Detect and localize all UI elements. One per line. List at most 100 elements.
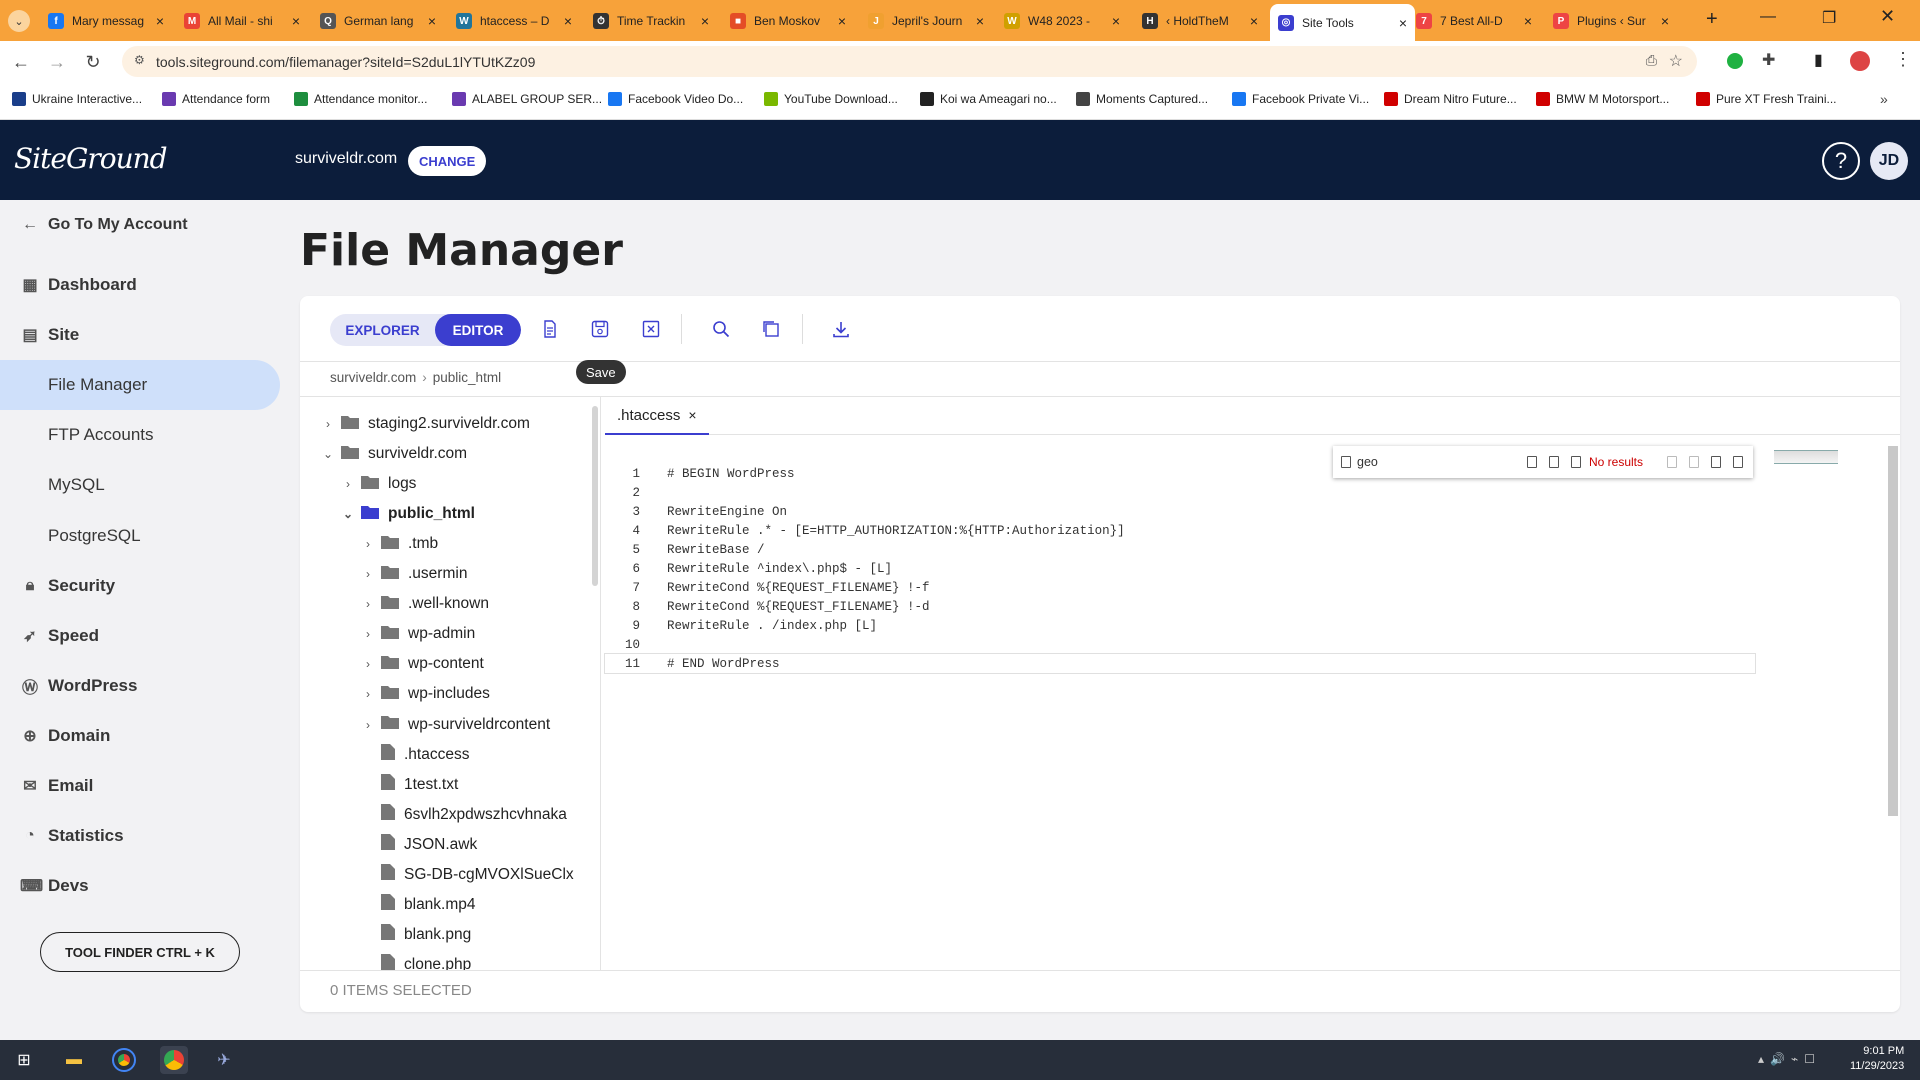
find-in-selection-icon[interactable] — [1711, 456, 1721, 468]
browser-tab[interactable]: H ‹ HoldTheM × — [1134, 6, 1266, 36]
side-panel-icon[interactable]: ▮ — [1814, 50, 1823, 70]
chrome-profile-icon[interactable] — [160, 1046, 188, 1074]
find-input[interactable]: geo — [1357, 452, 1517, 472]
bookmark-item[interactable]: Dream Nitro Future... — [1384, 92, 1517, 106]
folder-node[interactable]: › wp-content — [360, 649, 484, 679]
breadcrumb-item[interactable]: public_html — [433, 370, 501, 385]
file-node[interactable]: blank.png — [360, 920, 471, 950]
bookmark-item[interactable]: Facebook Video Do... — [608, 92, 743, 106]
install-app-icon[interactable]: ⎙ — [1646, 52, 1657, 69]
browser-tab[interactable]: W W48 2023 - × — [996, 6, 1128, 36]
match-case-icon[interactable] — [1527, 456, 1537, 468]
close-tab-icon[interactable]: × — [564, 13, 572, 29]
browser-tab[interactable]: J Jepril's Journ × — [860, 6, 992, 36]
code-line[interactable]: 11 # END WordPress — [604, 653, 1756, 674]
restore-button[interactable]: ❐ — [1822, 8, 1836, 28]
browser-tab[interactable]: M All Mail - shi × — [176, 6, 308, 36]
close-tab-icon[interactable]: × — [156, 13, 164, 29]
file-node[interactable]: blank.mp4 — [360, 890, 476, 920]
folder-node[interactable]: › logs — [340, 469, 416, 499]
chevron-right-icon[interactable]: › — [360, 537, 376, 551]
toggle-replace-icon[interactable] — [1341, 456, 1351, 468]
change-site-button[interactable]: CHANGE — [408, 146, 487, 176]
chevron-right-icon[interactable]: › — [340, 477, 356, 491]
start-windows-icon[interactable]: ⊞ — [10, 1046, 38, 1074]
folder-node[interactable]: › wp-includes — [360, 679, 490, 709]
sidebar-item-devs[interactable]: ⌨ Devs — [0, 861, 280, 911]
close-icon[interactable]: × — [688, 407, 696, 423]
folder-node[interactable]: › staging2.surviveldr.com — [320, 409, 530, 439]
sidebar-item-speed[interactable]: ➶ Speed — [0, 611, 280, 661]
taskbar-clock[interactable]: 9:01 PM 11/29/2023 — [1850, 1044, 1904, 1074]
tool-finder-button[interactable]: TOOL FINDER CTRL + K — [40, 932, 240, 972]
explorer-mode-button[interactable]: EXPLORER — [330, 314, 435, 346]
chevron-right-icon[interactable]: › — [360, 657, 376, 671]
code-line[interactable]: 8 RewriteCond %{REQUEST_FILENAME} !-d — [605, 597, 1755, 616]
bookmark-item[interactable]: Facebook Private Vi... — [1232, 92, 1369, 106]
chevron-right-icon[interactable]: › — [360, 687, 376, 701]
browser-tab[interactable]: f Mary messag × — [40, 6, 172, 36]
sidebar-item-site[interactable]: ▤ Site — [0, 310, 280, 360]
sidebar-item-mysql[interactable]: MySQL — [0, 460, 280, 510]
code-line[interactable]: 5 RewriteBase / — [605, 540, 1755, 559]
bookmark-item[interactable]: Attendance form — [162, 92, 270, 106]
whole-word-icon[interactable] — [1549, 456, 1559, 468]
bookmark-item[interactable]: Koi wa Ameagari no... — [920, 92, 1057, 106]
browser-tab[interactable]: ◎ Site Tools × — [1270, 4, 1415, 41]
breadcrumb-item[interactable]: surviveldr.com — [330, 370, 416, 385]
browser-tab[interactable]: Q German lang × — [312, 6, 444, 36]
bookmark-star-icon[interactable]: ☆ — [1669, 51, 1683, 71]
close-tab-icon[interactable]: × — [1112, 13, 1120, 29]
chevron-right-icon[interactable]: › — [360, 718, 376, 732]
code-line[interactable]: 9 RewriteRule . /index.php [L] — [605, 616, 1755, 635]
previous-match-icon[interactable] — [1667, 456, 1677, 468]
browser-tab[interactable]: P Plugins ‹ Sur × — [1545, 6, 1677, 36]
browser-tab[interactable]: Whtaccess – D × — [448, 6, 580, 36]
bookmark-item[interactable]: BMW M Motorsport... — [1536, 92, 1669, 106]
sidebar-item-security[interactable]: 🔒︎ Security — [0, 561, 280, 611]
help-button[interactable]: ? — [1822, 142, 1860, 180]
bookmark-item[interactable]: Attendance monitor... — [294, 92, 427, 106]
close-tab-icon[interactable]: × — [1661, 13, 1669, 29]
file-node[interactable]: .htaccess — [360, 740, 469, 770]
sidebar-item-dashboard[interactable]: ▦ Dashboard — [0, 260, 280, 310]
code-line[interactable]: 6 RewriteRule ^index\.php$ - [L] — [605, 559, 1755, 578]
site-info-icon[interactable]: ⚙ — [134, 53, 145, 67]
close-window-button[interactable]: ✕ — [1880, 6, 1895, 27]
code-line[interactable]: 3 RewriteEngine On — [605, 502, 1755, 521]
code-line[interactable]: 10 — [605, 635, 1755, 654]
reload-button[interactable]: ↻ — [80, 49, 106, 75]
bookmark-item[interactable]: Pure XT Fresh Traini... — [1696, 92, 1837, 106]
close-tab-icon[interactable]: × — [1399, 15, 1407, 31]
new-tab-button[interactable]: + — [1706, 8, 1718, 31]
folder-node[interactable]: › .usermin — [360, 559, 467, 589]
bookmark-item[interactable]: Moments Captured... — [1076, 92, 1208, 106]
file-node[interactable]: 6svlh2xpdwszhcvhnaka — [360, 800, 567, 830]
folder-node[interactable]: ⌄ surviveldr.com — [320, 439, 467, 469]
code-editor[interactable]: 1 # BEGIN WordPress 2 3 RewriteEngine On 4 Rew… — [604, 464, 1756, 674]
browser-tab[interactable]: 7 7 Best All-D × — [1408, 6, 1540, 36]
user-avatar[interactable]: JD — [1870, 142, 1908, 180]
chevron-right-icon[interactable]: › — [320, 417, 336, 431]
bookmark-item[interactable]: Ukraine Interactive... — [12, 92, 142, 106]
download-icon[interactable] — [828, 316, 854, 342]
sidebar-item-postgresql[interactable]: PostgreSQL — [0, 511, 280, 561]
search-icon[interactable] — [708, 316, 734, 342]
system-tray-icons[interactable]: ▴🔊⌁☐ — [1758, 1052, 1821, 1066]
browser-tab[interactable]: ⏱ Time Trackin × — [585, 6, 717, 36]
tab-search-button[interactable]: ⌄ — [8, 10, 30, 32]
replace-icon[interactable] — [758, 316, 784, 342]
save-icon[interactable] — [587, 316, 613, 342]
sidebar-item-ftp-accounts[interactable]: FTP Accounts — [0, 410, 280, 460]
folder-node[interactable]: › .well-known — [360, 589, 489, 619]
profile-icon[interactable] — [1850, 51, 1870, 71]
browser-tab[interactable]: ■ Ben Moskov × — [722, 6, 854, 36]
extensions-puzzle-icon[interactable]: ✚ — [1762, 50, 1775, 70]
chevron-down-icon[interactable]: ⌄ — [320, 447, 336, 461]
go-to-my-account-link[interactable]: ← Go To My Account — [0, 205, 280, 245]
close-tab-icon[interactable]: × — [1250, 13, 1258, 29]
forward-button[interactable]: → — [44, 49, 70, 75]
app-icon[interactable]: ✈ — [210, 1046, 238, 1074]
file-node[interactable]: clone.php — [360, 950, 471, 971]
file-explorer-icon[interactable]: ▬ — [60, 1046, 88, 1074]
